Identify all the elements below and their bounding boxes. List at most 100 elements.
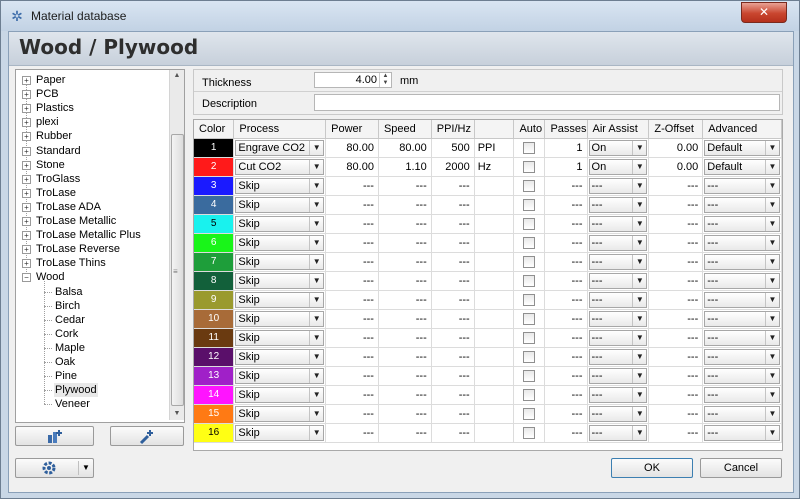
tree-item[interactable]: + Standard (22, 144, 81, 158)
expand-icon[interactable]: + (22, 217, 31, 226)
chevron-down-icon[interactable]: ▼ (632, 141, 646, 155)
expand-icon[interactable]: + (22, 104, 31, 114)
speed-cell[interactable]: --- (378, 176, 432, 196)
chevron-down-icon[interactable]: ▼ (309, 274, 323, 288)
advanced-select[interactable]: --- ▼ (704, 311, 780, 327)
color-cell[interactable]: 6 (194, 233, 235, 253)
tree-item[interactable]: + Stone (22, 158, 65, 172)
chevron-down-icon[interactable]: ▼ (765, 198, 779, 212)
chevron-down-icon[interactable]: ▼ (632, 407, 646, 421)
tree-item[interactable]: Cork (54, 327, 79, 341)
power-cell[interactable]: --- (325, 176, 379, 196)
tree-item[interactable]: Pine (54, 369, 78, 383)
tree-item[interactable]: + TroLase Metallic Plus (22, 228, 141, 242)
ppi-cell[interactable]: --- (431, 366, 475, 386)
chevron-down-icon[interactable]: ▼ (309, 255, 323, 269)
z-offset-cell[interactable]: --- (648, 385, 704, 405)
chevron-down-icon[interactable]: ▼ (765, 274, 779, 288)
z-offset-cell[interactable]: --- (648, 290, 704, 310)
air-assist-select[interactable]: --- ▼ (588, 406, 648, 422)
expand-icon[interactable]: + (22, 132, 31, 142)
expand-icon[interactable]: + (22, 90, 31, 100)
passes-cell[interactable]: --- (544, 271, 588, 291)
tree-item[interactable]: Balsa (54, 285, 84, 299)
tree-item[interactable]: + Plastics (22, 101, 74, 115)
passes-cell[interactable]: --- (544, 309, 588, 329)
air-assist-select[interactable]: --- ▼ (588, 387, 648, 403)
chevron-down-icon[interactable]: ▼ (309, 179, 323, 193)
power-cell[interactable]: --- (325, 385, 379, 405)
color-swatch[interactable]: 9 (194, 291, 233, 309)
column-header[interactable]: Advanced (702, 120, 782, 139)
z-offset-cell[interactable]: --- (648, 328, 704, 348)
ppi-cell[interactable]: 500 (431, 138, 475, 158)
chevron-down-icon[interactable]: ▼ (309, 217, 323, 231)
air-assist-select[interactable]: --- ▼ (588, 292, 648, 308)
advanced-select[interactable]: --- ▼ (704, 235, 780, 251)
tree-item[interactable]: Veneer (54, 397, 91, 411)
ppi-cell[interactable]: --- (431, 214, 475, 234)
air-assist-select[interactable]: On ▼ (588, 140, 648, 156)
expand-icon[interactable]: + (22, 245, 31, 255)
advanced-select[interactable]: --- ▼ (704, 387, 780, 403)
advanced-select[interactable]: --- ▼ (704, 425, 780, 441)
chevron-down-icon[interactable]: ▼ (632, 274, 646, 288)
speed-cell[interactable]: 1.10 (378, 157, 432, 177)
passes-cell[interactable]: --- (544, 347, 588, 367)
auto-checkbox[interactable] (523, 256, 536, 268)
cancel-button[interactable]: Cancel (700, 458, 782, 478)
air-assist-select[interactable]: --- ▼ (588, 216, 648, 232)
process-select[interactable]: Skip ▼ (235, 178, 325, 194)
process-select[interactable]: Skip ▼ (235, 311, 325, 327)
passes-cell[interactable]: 1 (544, 157, 588, 177)
passes-cell[interactable]: --- (544, 385, 588, 405)
power-cell[interactable]: --- (325, 347, 379, 367)
process-select[interactable]: Skip ▼ (235, 387, 325, 403)
tree-scrollbar[interactable]: ▲ ≡ ▼ (169, 70, 184, 420)
color-cell[interactable]: 2 (194, 157, 235, 177)
power-cell[interactable]: --- (325, 366, 379, 386)
chevron-down-icon[interactable]: ▼ (309, 331, 323, 345)
material-tree[interactable]: ▲ ≡ ▼ + Paper + PCB + Plastics + plexi + Rubber + S… (15, 69, 185, 423)
z-offset-cell[interactable]: --- (648, 252, 704, 272)
passes-cell[interactable]: --- (544, 366, 588, 386)
speed-cell[interactable]: --- (378, 404, 432, 424)
chevron-down-icon[interactable]: ▼ (765, 293, 779, 307)
expand-icon[interactable]: + (22, 76, 31, 85)
air-assist-select[interactable]: --- ▼ (588, 368, 648, 384)
air-assist-select[interactable]: --- ▼ (588, 254, 648, 270)
z-offset-cell[interactable]: --- (648, 233, 704, 253)
column-header[interactable]: Process (233, 120, 327, 139)
process-select[interactable]: Engrave CO2 ▼ (235, 140, 325, 156)
process-select[interactable]: Skip ▼ (235, 368, 325, 384)
color-cell[interactable]: 14 (194, 385, 235, 405)
advanced-select[interactable]: --- ▼ (704, 368, 780, 384)
advanced-select[interactable]: --- ▼ (704, 406, 780, 422)
process-select[interactable]: Skip ▼ (235, 235, 325, 251)
ok-button[interactable]: OK (611, 458, 693, 478)
color-cell[interactable]: 15 (194, 404, 235, 424)
chevron-down-icon[interactable]: ▼ (632, 236, 646, 250)
tree-item[interactable]: + TroLase (22, 186, 76, 200)
column-header[interactable]: Passes (544, 120, 588, 139)
auto-checkbox[interactable] (523, 370, 536, 382)
chevron-down-icon[interactable]: ▼ (632, 198, 646, 212)
color-cell[interactable]: 16 (194, 423, 235, 443)
chevron-down-icon[interactable]: ▼ (309, 236, 323, 250)
z-offset-cell[interactable]: --- (648, 195, 704, 215)
column-header[interactable]: Auto (513, 120, 546, 139)
chevron-down-icon[interactable]: ▼ (765, 388, 779, 402)
process-select[interactable]: Skip ▼ (235, 216, 325, 232)
auto-checkbox[interactable] (523, 275, 536, 287)
tree-item[interactable]: + Rubber (22, 129, 72, 143)
add-process-button[interactable] (110, 426, 184, 446)
z-offset-cell[interactable]: --- (648, 309, 704, 329)
power-cell[interactable]: --- (325, 328, 379, 348)
z-offset-cell[interactable]: --- (648, 404, 704, 424)
chevron-down-icon[interactable]: ▼ (765, 407, 779, 421)
chevron-down-icon[interactable]: ▼ (765, 426, 779, 440)
speed-cell[interactable]: 80.00 (378, 138, 432, 158)
z-offset-cell[interactable]: --- (648, 214, 704, 234)
color-cell[interactable]: 12 (194, 347, 235, 367)
speed-cell[interactable]: --- (378, 385, 432, 405)
